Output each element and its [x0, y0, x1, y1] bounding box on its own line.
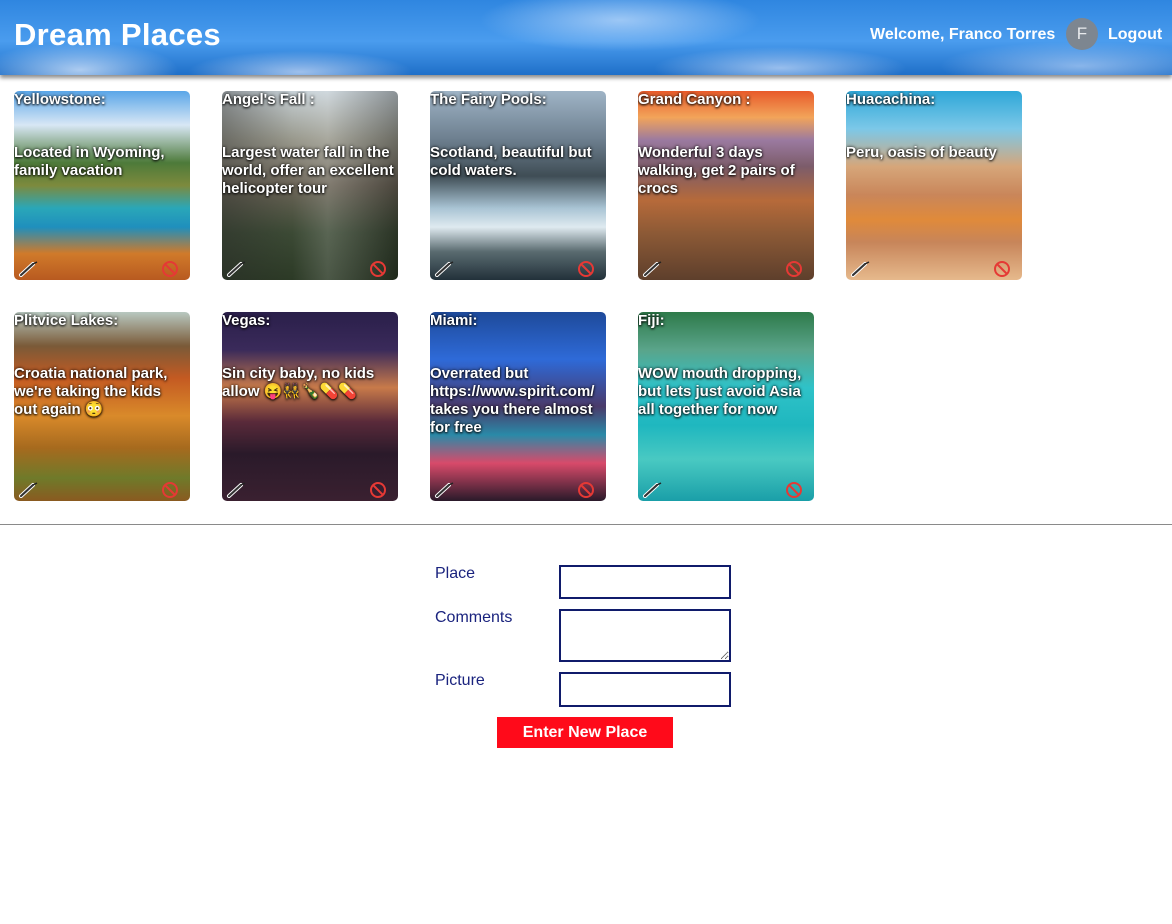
place-label: Place [435, 565, 476, 582]
app-title: Dream Places [14, 17, 221, 52]
place-title: Grand Canyon : [638, 91, 751, 108]
enter-new-place-button[interactable]: Enter New Place [497, 717, 673, 748]
pen-icon[interactable] [434, 261, 456, 277]
prohibited-icon[interactable] [577, 481, 595, 499]
pen-icon[interactable] [226, 482, 248, 498]
place-title: Plitvice Lakes: [14, 312, 119, 329]
place-comment: Wonderful 3 days walking, get 2 pairs of… [638, 144, 795, 197]
place-card-fiji: Fiji: WOW mouth dropping, but lets just … [638, 312, 814, 501]
place-title: The Fairy Pools: [430, 91, 547, 108]
picture-label: Picture [435, 672, 485, 689]
prohibited-icon[interactable] [577, 260, 595, 278]
pen-icon[interactable] [642, 482, 664, 498]
place-title: Vegas: [222, 312, 271, 329]
place-card-fairy-pools: The Fairy Pools: Scotland, beautiful but… [430, 91, 606, 280]
place-card-vegas: Vegas: Sin city baby, no kids allow 😝👯‍♀… [222, 312, 398, 501]
picture-input[interactable] [559, 672, 731, 707]
user-avatar[interactable]: F [1066, 18, 1098, 50]
comments-label: Comments [435, 609, 513, 626]
prohibited-icon[interactable] [161, 481, 179, 499]
logout-link[interactable]: Logout [1108, 26, 1162, 44]
place-comment: Located in Wyoming, family vacation [14, 144, 165, 179]
pen-icon[interactable] [642, 261, 664, 277]
prohibited-icon[interactable] [785, 260, 803, 278]
place-card-plitvice-lakes: Plitvice Lakes: Croatia national park, w… [14, 312, 190, 501]
prohibited-icon[interactable] [993, 260, 1011, 278]
pen-icon[interactable] [18, 482, 40, 498]
place-comment: Scotland, beautiful but cold waters. [430, 144, 592, 179]
place-title: Angel's Fall : [222, 91, 315, 108]
comments-textarea[interactable] [559, 609, 731, 662]
place-card-huacachina: Huacachina: Peru, oasis of beauty [846, 91, 1022, 280]
prohibited-icon[interactable] [369, 260, 387, 278]
place-title: Miami: [430, 312, 478, 329]
place-title: Yellowstone: [14, 91, 106, 108]
place-comment: Peru, oasis of beauty [846, 144, 997, 161]
place-comment: Sin city baby, no kids allow 😝👯‍♀️🍾💊💊 [222, 365, 375, 400]
place-card-angels-fall: Angel's Fall : Largest water fall in the… [222, 91, 398, 280]
place-title: Huacachina: [846, 91, 936, 108]
pen-icon[interactable] [434, 482, 456, 498]
section-divider [0, 524, 1172, 525]
prohibited-icon[interactable] [161, 260, 179, 278]
pen-icon[interactable] [850, 261, 872, 277]
place-input[interactable] [559, 565, 731, 599]
pen-icon[interactable] [18, 261, 40, 277]
place-card-yellowstone: Yellowstone: Located in Wyoming, family … [14, 91, 190, 280]
welcome-message: Welcome, Franco Torres [870, 26, 1056, 43]
prohibited-icon[interactable] [785, 481, 803, 499]
app-header: Dream Places Welcome, Franco Torres F Lo… [0, 0, 1172, 75]
place-comment: Croatia national park, we're taking the … [14, 365, 168, 418]
place-comment: Largest water fall in the world, offer a… [222, 144, 394, 197]
place-card-grand-canyon: Grand Canyon : Wonderful 3 days walking,… [638, 91, 814, 280]
place-comment: WOW mouth dropping, but lets just avoid … [638, 365, 802, 418]
prohibited-icon[interactable] [369, 481, 387, 499]
place-comment: Overrated but https://www.spirit.com/ ta… [430, 365, 595, 436]
place-card-miami: Miami: Overrated but https://www.spirit.… [430, 312, 606, 501]
pen-icon[interactable] [226, 261, 248, 277]
place-title: Fiji: [638, 312, 665, 329]
